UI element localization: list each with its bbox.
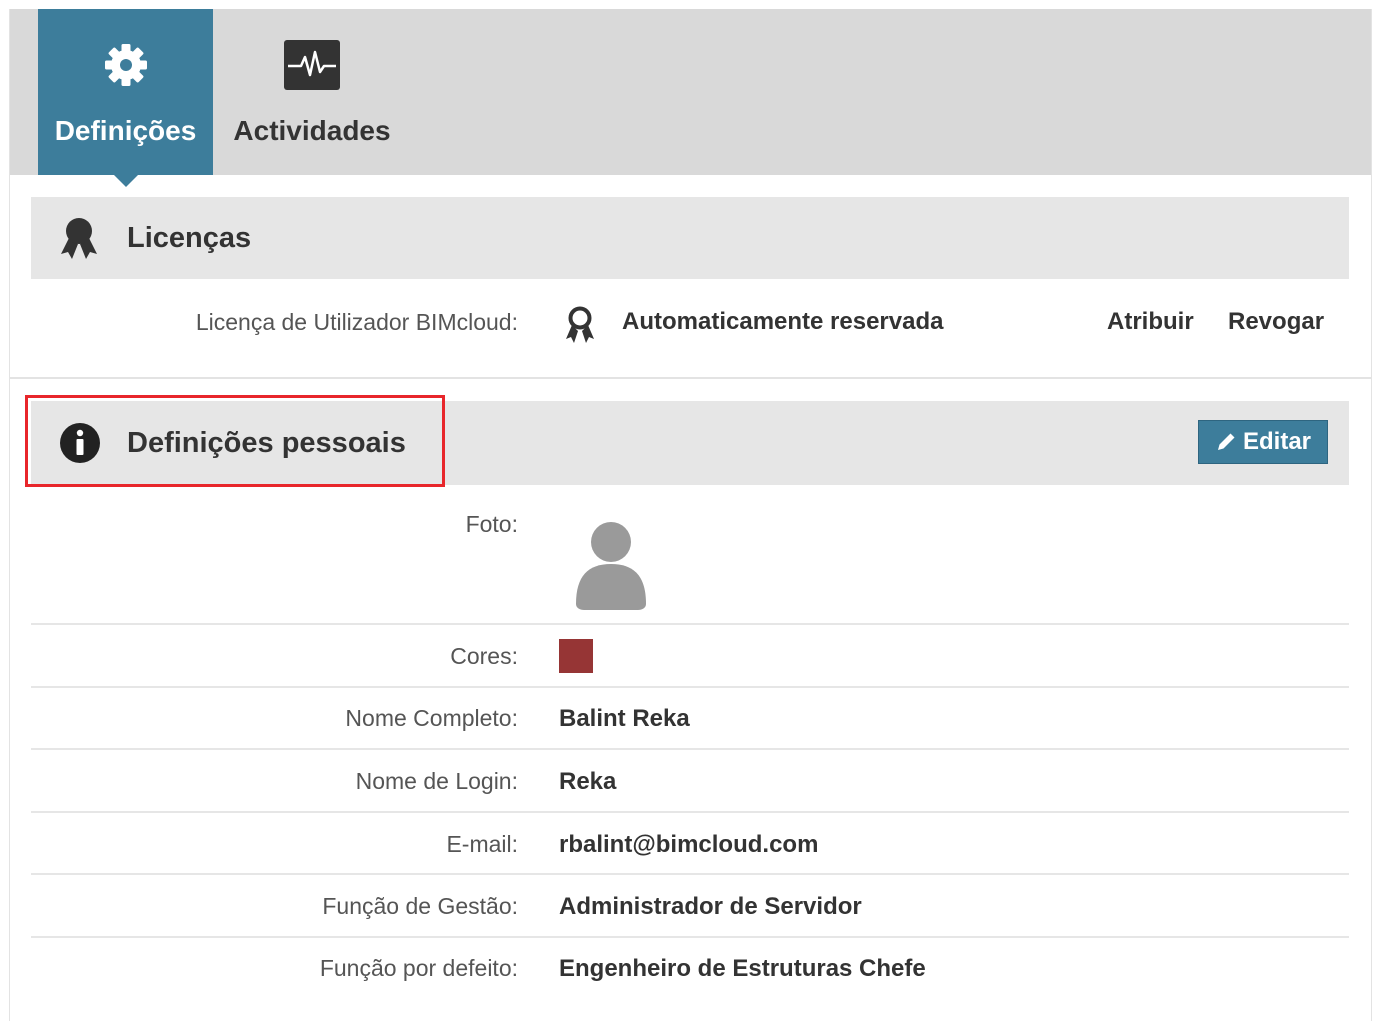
email-label: E-mail: (446, 831, 518, 857)
colors-label: Cores: (450, 643, 518, 669)
avatar (572, 506, 650, 617)
login-label: Nome de Login: (355, 768, 518, 794)
photo-label: Foto: (465, 511, 518, 537)
assign-link[interactable]: Atribuir (1107, 308, 1194, 336)
revoke-link[interactable]: Revogar (1228, 308, 1324, 336)
pencil-icon (1215, 431, 1237, 453)
gear-icon (103, 39, 149, 91)
tab-settings[interactable]: Definições (38, 9, 213, 175)
full-name-value: Balint Reka (559, 705, 690, 732)
row-divider (31, 748, 1349, 750)
licenses-title: Licenças (127, 221, 252, 254)
active-tab-pointer (114, 175, 138, 187)
management-role-value: Administrador de Servidor (559, 893, 862, 920)
edit-button[interactable]: Editar (1198, 420, 1328, 464)
license-status: Automaticamente reservada (622, 308, 944, 335)
default-role-value: Engenheiro de Estruturas Chefe (559, 955, 926, 982)
activity-monitor-icon (283, 39, 341, 91)
tab-activities-label: Actividades (233, 115, 391, 146)
login-value: Reka (559, 768, 617, 795)
photo-row: Foto: (10, 511, 1371, 627)
licenses-section-header: Licenças (31, 197, 1349, 279)
default-role-label: Função por defeito: (319, 955, 518, 981)
edit-button-label: Editar (1242, 428, 1311, 455)
license-label: Licença de Utilizador BIMcloud: (195, 309, 518, 335)
tab-activities[interactable]: Actividades (222, 9, 402, 175)
user-settings-panel: Definições Actividades Licenças Licença … (9, 9, 1372, 1021)
row-divider (31, 686, 1349, 688)
tab-settings-label: Definições (54, 115, 197, 146)
award-ribbon-icon (59, 216, 99, 260)
email-value: rbalint@bimcloud.com (559, 831, 819, 858)
full-name-label: Nome Completo: (345, 705, 518, 731)
license-ribbon-icon (563, 306, 597, 349)
personal-settings-header: Definições pessoais (31, 401, 1349, 485)
license-row: Licença de Utilizador BIMcloud: Automati… (10, 289, 1371, 379)
tab-bar: Definições Actividades (10, 9, 1371, 187)
info-icon (59, 422, 101, 464)
management-role-label: Função de Gestão: (322, 893, 518, 919)
section-divider (10, 377, 1371, 379)
row-divider (31, 936, 1349, 938)
row-divider (31, 873, 1349, 875)
row-divider (31, 623, 1349, 625)
row-divider (31, 811, 1349, 813)
user-color-swatch (559, 639, 593, 673)
personal-settings-title: Definições pessoais (127, 426, 406, 459)
